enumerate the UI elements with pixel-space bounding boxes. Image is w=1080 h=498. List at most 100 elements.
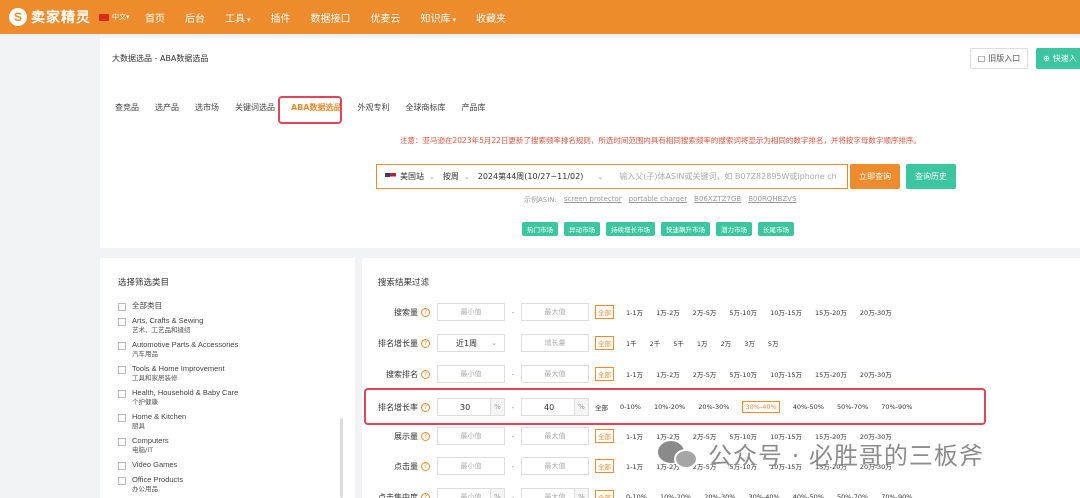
help-icon[interactable]: ? [421, 492, 430, 498]
max-input[interactable]: 最大值% [521, 488, 589, 498]
max-input[interactable]: 最大值 [521, 457, 589, 475]
filter-option[interactable]: 10万-15万 [770, 369, 802, 379]
nav-item[interactable]: 收藏夹 [476, 10, 506, 25]
category-item[interactable]: Arts, Crafts & Sewing 艺术、工艺品和缝纫 [118, 316, 338, 335]
filter-option[interactable]: 20万-30万 [860, 307, 892, 317]
nav-item[interactable]: 插件 [271, 10, 291, 25]
market-chip[interactable]: 热门市场 [522, 222, 558, 236]
filter-option[interactable]: 1-1万 [626, 461, 643, 471]
market-chip[interactable]: 潜力市场 [716, 222, 752, 236]
filter-option[interactable]: 2万-5万 [693, 307, 717, 317]
search-button[interactable]: 立即查询 [850, 164, 900, 189]
checkbox[interactable] [118, 342, 126, 350]
option-all[interactable]: 全部 [595, 429, 614, 443]
checkbox[interactable] [118, 477, 126, 485]
filter-option[interactable]: 10%-20% [660, 493, 691, 498]
tab-item[interactable]: 产品库 [461, 102, 485, 113]
category-item[interactable]: Home & Kitchen 厨具 [118, 412, 338, 431]
min-input[interactable]: 最小值 [437, 365, 505, 383]
category-item[interactable]: Computers 电脑/IT [118, 436, 338, 455]
max-input[interactable]: 最大值 [521, 365, 589, 383]
filter-option[interactable]: 1-1万 [626, 431, 643, 441]
nav-item[interactable]: 数据接口 [311, 10, 351, 25]
tab-item[interactable]: 全球商标库 [405, 102, 445, 113]
market-chip[interactable]: 长尾市场 [758, 222, 794, 236]
period-type-select[interactable]: 按周 [443, 171, 459, 182]
history-button[interactable]: 查询历史 [906, 164, 956, 189]
checkbox[interactable] [118, 414, 126, 422]
filter-option[interactable]: 5万-10万 [729, 369, 757, 379]
option-all[interactable]: 全部 [595, 305, 614, 319]
option-all[interactable]: 全部 [595, 367, 614, 381]
category-item[interactable]: Office Products 办公用品 [118, 475, 338, 494]
nav-item[interactable]: 工具 ▾ [225, 10, 251, 25]
checkbox[interactable] [118, 438, 126, 446]
tab-item[interactable]: 外观专利 [357, 102, 389, 113]
category-item[interactable]: Tools & Home Improvement 工具和家居装修 [118, 364, 338, 383]
market-chip[interactable]: 异动市场 [564, 222, 600, 236]
chevron-down-icon[interactable]: ⌄ [429, 173, 435, 181]
option-all[interactable]: 全部 [595, 459, 614, 473]
filter-option[interactable]: 50%-70% [837, 493, 868, 498]
language-switch[interactable]: 中文 ▾ [99, 12, 145, 22]
example-link[interactable]: portable charger [629, 195, 688, 205]
option-all[interactable]: 全部 [595, 490, 614, 498]
example-link[interactable]: B06XZTZ7GB [694, 195, 741, 205]
max-input[interactable]: 最大值 [521, 427, 589, 445]
filter-option[interactable]: 2万 [721, 338, 732, 348]
filter-option[interactable]: 70%-90% [881, 493, 912, 498]
quick-entry-button[interactable]: ⊕ 快速入 [1036, 48, 1080, 69]
help-icon[interactable]: ? [421, 307, 430, 317]
category-item[interactable]: Video Games [118, 460, 338, 470]
checkbox[interactable] [118, 318, 126, 326]
help-icon[interactable]: ? [421, 461, 430, 471]
filter-option[interactable]: 3万 [744, 338, 755, 348]
old-version-button[interactable]: □ 旧版入口 [970, 48, 1028, 69]
chevron-down-icon[interactable]: ⌄ [464, 173, 470, 181]
site-select[interactable]: 美国站 [400, 171, 424, 182]
option-all[interactable]: 全部 [595, 336, 614, 350]
filter-option[interactable]: 5千 [673, 338, 684, 348]
checkbox[interactable] [118, 390, 126, 398]
help-icon[interactable]: ? [421, 369, 430, 379]
filter-option[interactable]: 0-10% [626, 493, 647, 498]
filter-option[interactable]: 1万-2万 [656, 307, 680, 317]
category-item[interactable]: Automotive Parts & Accessories 汽车用品 [118, 340, 338, 359]
checkbox[interactable] [118, 303, 126, 311]
tab-item[interactable]: 选产品 [155, 102, 179, 113]
category-item[interactable]: 全部类目 [118, 301, 338, 311]
filter-option[interactable]: 1万-2万 [656, 369, 680, 379]
filter-option[interactable]: 40%-50% [793, 493, 824, 498]
checkbox[interactable] [118, 366, 126, 374]
filter-option[interactable]: 1万 [697, 338, 708, 348]
max-input[interactable]: 最大值 [521, 303, 589, 321]
category-item[interactable]: Health, Household & Baby Care 个护健康 [118, 388, 338, 407]
nav-item[interactable]: 优麦云 [371, 10, 401, 25]
chevron-down-icon[interactable]: ⌄ [597, 173, 603, 181]
tab-item[interactable]: 关键词选品 [235, 102, 275, 113]
filter-option[interactable]: 20%-30% [704, 493, 735, 498]
period-select[interactable]: 2024第44周(10/27~11/02) [478, 171, 584, 182]
filter-option[interactable]: 5万 [768, 338, 779, 348]
search-input[interactable]: 输入父(子)体ASIN或关键词，如 B07Z82895W或iphone cha [619, 171, 837, 182]
filter-option[interactable]: 30%-40% [748, 493, 779, 498]
example-link[interactable]: screen protector [564, 195, 622, 205]
filter-option[interactable]: 2万-5万 [693, 369, 717, 379]
nav-item[interactable]: 知识库 ▾ [421, 10, 457, 25]
tab-item[interactable]: 选市场 [195, 102, 219, 113]
help-icon[interactable]: ? [421, 338, 430, 348]
filter-option[interactable]: 2千 [650, 338, 661, 348]
category-scrollbar[interactable] [340, 418, 343, 498]
filter-option[interactable]: 1千 [626, 338, 637, 348]
filter-option[interactable]: 10万-15万 [770, 307, 802, 317]
period-select[interactable]: 近1周 ⌄ [437, 334, 505, 352]
example-link[interactable]: B00RQHBZVS [748, 195, 796, 205]
market-chip[interactable]: 持续增长市场 [606, 222, 655, 236]
market-chip[interactable]: 快速飙升市场 [661, 222, 710, 236]
nav-item[interactable]: 首页 [145, 10, 165, 25]
filter-option[interactable]: 5万-10万 [729, 307, 757, 317]
min-input[interactable]: 最小值 [437, 303, 505, 321]
checkbox[interactable] [118, 462, 126, 470]
min-input[interactable]: 最小值 [437, 427, 505, 445]
filter-option[interactable]: 1-1万 [626, 369, 643, 379]
